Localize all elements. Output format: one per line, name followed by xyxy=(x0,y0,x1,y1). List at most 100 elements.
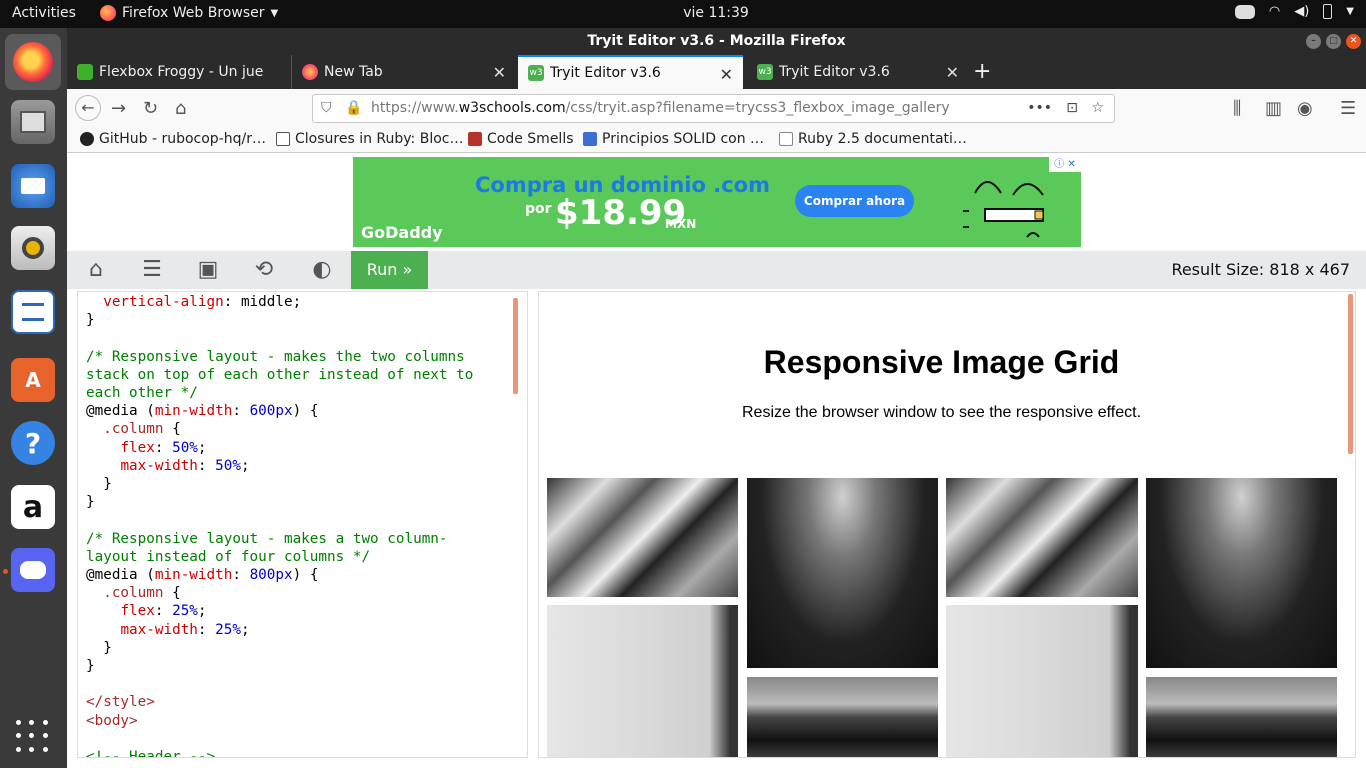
gallery-image-underwater xyxy=(1146,478,1337,668)
close-window-button[interactable]: ✕ xyxy=(1346,34,1361,49)
bookmark-star-icon[interactable]: ☆ xyxy=(1091,95,1104,122)
code-token: ( xyxy=(146,403,155,420)
grid-dot-icon xyxy=(16,746,21,752)
sidebar-icon[interactable]: ▥ xyxy=(1265,98,1282,119)
tab-new-tab[interactable]: New Tab ✕ xyxy=(291,55,516,89)
run-button[interactable]: Run » xyxy=(351,251,428,289)
menu-icon[interactable]: ☰ xyxy=(137,257,167,283)
code-token: .column xyxy=(103,421,164,438)
result-frame[interactable]: Responsive Image Grid Resize the browser… xyxy=(538,291,1356,758)
bookmark-closures[interactable]: Closures in Ruby: Bloc… xyxy=(276,131,463,147)
close-tab-icon[interactable]: ✕ xyxy=(493,63,506,82)
code-token: vertical-align xyxy=(103,294,224,310)
theme-contrast-icon[interactable]: ◐ xyxy=(307,257,337,283)
battery-icon xyxy=(1323,4,1333,19)
bookmark-github[interactable]: GitHub - rubocop-hq/r… xyxy=(80,131,266,147)
code-line: </style> xyxy=(86,693,519,711)
discord-dock-icon[interactable] xyxy=(11,548,55,592)
close-tab-icon[interactable]: ✕ xyxy=(720,65,733,84)
code-token: /* Responsive layout - makes a two colum… xyxy=(86,530,448,547)
grid-dot-icon xyxy=(16,720,21,725)
bookmark-label: Closures in Ruby: Bloc… xyxy=(295,131,464,147)
account-icon[interactable]: ◉ xyxy=(1297,98,1313,119)
godaddy-ad-banner[interactable]: Compra un dominio .com por $18.99 MXN Co… xyxy=(353,157,1081,247)
save-icon[interactable]: ▣ xyxy=(193,257,223,283)
code-token: min-width xyxy=(154,403,233,420)
code-line: <body> xyxy=(86,712,519,730)
code-token: ; xyxy=(197,603,207,620)
writer-dock-icon[interactable] xyxy=(11,290,55,334)
code-scrollbar[interactable] xyxy=(513,298,518,394)
bookmark-code-smells[interactable]: Code Smells xyxy=(468,131,574,147)
code-line: flex: 50%; xyxy=(86,439,519,457)
page-actions-icon[interactable]: ••• xyxy=(1027,95,1052,122)
close-tab-icon[interactable]: ✕ xyxy=(946,63,959,82)
code-token: { xyxy=(163,421,181,438)
reload-button[interactable]: ↻ xyxy=(143,98,158,119)
bookmark-label: Code Smells xyxy=(487,131,574,147)
code-editor[interactable]: vertical-align: middle;} /* Responsive l… xyxy=(77,291,528,758)
ad-close-icon[interactable]: ⓘ ✕ xyxy=(1049,157,1081,172)
tab-tryit-editor[interactable]: w3 Tryit Editor v3.6 ✕ xyxy=(747,55,969,89)
discord-tray-icon[interactable] xyxy=(1234,4,1255,19)
ubuntu-dock: A ? a xyxy=(0,28,67,768)
crowd-icon xyxy=(276,132,290,146)
code-token: : xyxy=(154,603,173,620)
solid-icon xyxy=(583,132,597,146)
amazon-dock-icon[interactable]: a xyxy=(11,485,55,529)
menu-icon[interactable]: ☰ xyxy=(1340,98,1356,119)
file-cabinet-icon xyxy=(20,111,46,133)
rotate-layout-icon[interactable]: ⟲ xyxy=(249,257,279,283)
tab-tryit-editor-active[interactable]: w3 Tryit Editor v3.6 ✕ xyxy=(518,55,743,89)
firefox-icon xyxy=(13,42,53,82)
code-line: /* Responsive layout - makes a two colum… xyxy=(86,530,519,548)
code-line: max-width: 25%; xyxy=(86,621,519,639)
minimize-button[interactable]: – xyxy=(1306,34,1321,49)
page-content: Compra un dominio .com por $18.99 MXN Co… xyxy=(67,153,1366,768)
show-apps-button[interactable] xyxy=(16,720,50,754)
search-doc-icon xyxy=(779,132,793,146)
library-icon[interactable]: ⫼ xyxy=(1233,98,1241,119)
tab-flexbox-froggy[interactable]: Flexbox Froggy - Un juego ✕ xyxy=(67,55,289,89)
result-scrollbar[interactable] xyxy=(1348,294,1353,454)
help-dock-icon[interactable]: ? xyxy=(11,421,55,465)
code-token: 800px xyxy=(249,567,293,584)
running-indicator xyxy=(3,569,8,574)
home-icon[interactable]: ⌂ xyxy=(81,257,111,283)
chevron-down-icon: ▼ xyxy=(1346,6,1354,17)
ad-por: por xyxy=(525,201,552,217)
maximize-button[interactable]: □ xyxy=(1326,34,1341,49)
code-token: 25% xyxy=(172,603,198,620)
back-button[interactable]: ← xyxy=(75,95,101,121)
code-token: ( xyxy=(146,567,155,584)
bookmark-solid[interactable]: Principios SOLID con … xyxy=(583,131,764,147)
thunderbird-dock-icon[interactable] xyxy=(11,164,55,208)
home-button[interactable]: ⌂ xyxy=(175,98,186,119)
system-tray[interactable]: ◠ ◀) ▼ xyxy=(1234,4,1354,19)
code-token: ; xyxy=(240,457,250,474)
code-line: } xyxy=(86,657,519,675)
code-token: 600px xyxy=(249,403,293,420)
ad-brand-logo: GoDaddy xyxy=(361,223,443,242)
code-line: } xyxy=(86,475,519,493)
code-line: max-width: 50%; xyxy=(86,457,519,475)
files-dock-icon[interactable] xyxy=(11,100,55,144)
pocket-icon[interactable]: ⊡ xyxy=(1066,95,1078,122)
gallery-image-rocks xyxy=(1146,677,1337,757)
clock[interactable]: vie 11:39 xyxy=(0,5,1366,21)
code-token: max-width xyxy=(120,457,198,474)
code-token: : xyxy=(232,403,250,420)
firefox-dock-icon[interactable] xyxy=(5,34,61,90)
software-dock-icon[interactable]: A xyxy=(11,358,55,402)
forward-button[interactable]: → xyxy=(111,98,126,119)
url-bar[interactable]: ⛉ 🔒 https://www.w3schools.com/css/tryit.… xyxy=(312,94,1115,123)
question-icon: ? xyxy=(24,426,42,460)
new-tab-button[interactable]: + xyxy=(973,59,991,84)
mail-icon xyxy=(21,178,45,194)
code-token: ) { xyxy=(292,403,319,420)
bookmark-ruby-docs[interactable]: Ruby 2.5 documentati… xyxy=(779,131,967,147)
ad-cta-button[interactable]: Comprar ahora xyxy=(795,185,914,217)
rhythmbox-dock-icon[interactable] xyxy=(11,226,55,270)
window-titlebar[interactable]: Tryit Editor v3.6 - Mozilla Firefox – □ … xyxy=(67,28,1366,55)
